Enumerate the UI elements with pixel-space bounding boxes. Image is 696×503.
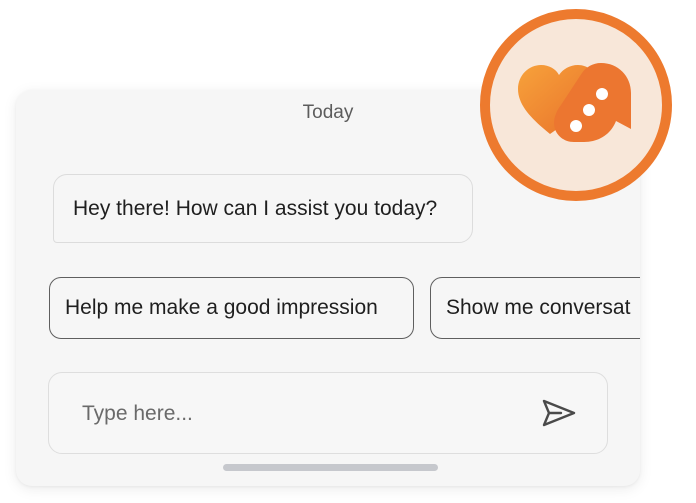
assistant-message-bubble: Hey there! How can I assist you today?	[53, 174, 473, 243]
message-input-container[interactable]	[48, 372, 608, 454]
chat-heart-logo-icon	[480, 9, 672, 201]
message-input[interactable]	[80, 395, 504, 433]
suggestion-chip-impression[interactable]: Help me make a good impression	[49, 277, 414, 339]
home-indicator	[223, 464, 438, 471]
suggestion-chip-conversation[interactable]: Show me conversat	[430, 277, 640, 339]
app-screen: Today Hey there! How can I assist you to…	[0, 0, 696, 503]
send-icon[interactable]	[541, 397, 577, 429]
